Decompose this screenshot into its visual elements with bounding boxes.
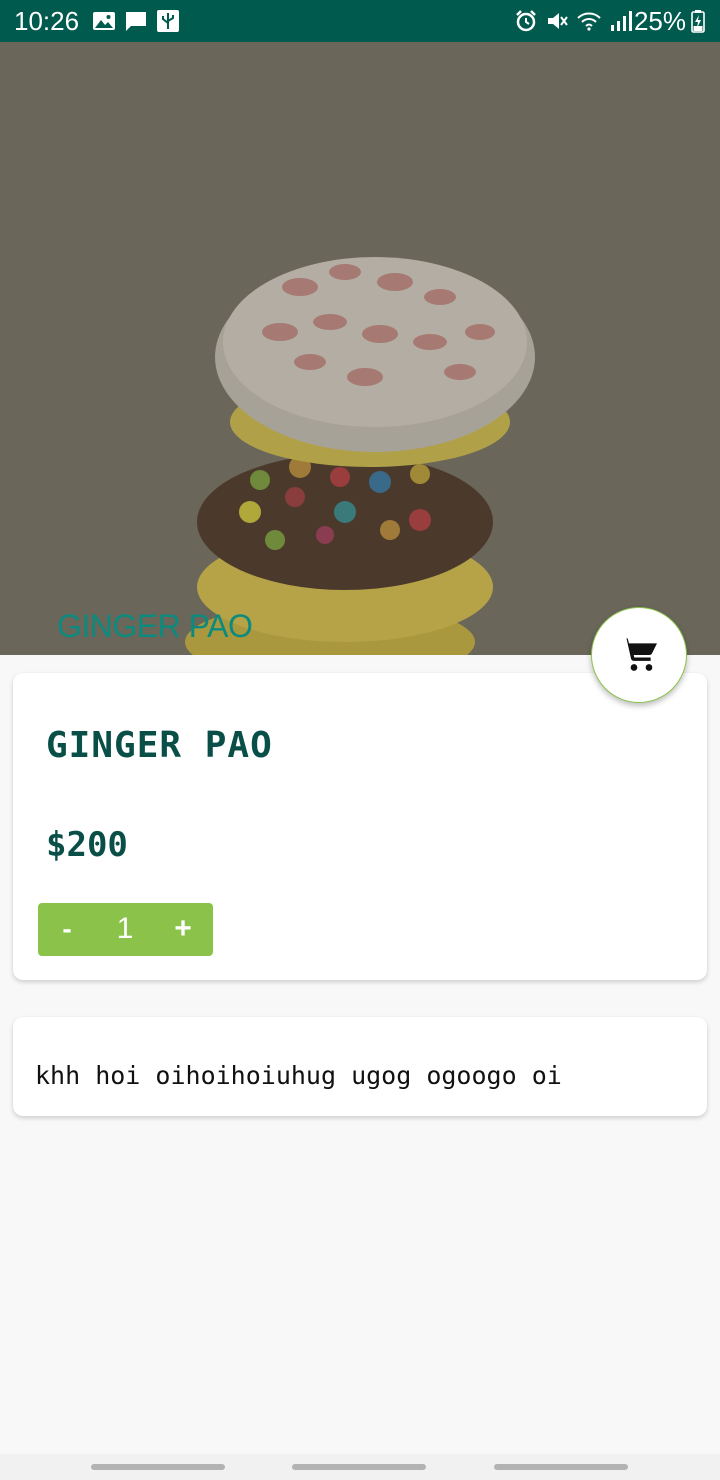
quantity-stepper: - 1 +: [38, 903, 213, 956]
product-card: GINGER PAO $200 - 1 +: [13, 673, 707, 980]
shopping-cart-icon: [620, 638, 657, 671]
message-icon: [126, 12, 146, 31]
quantity-value: 1: [116, 912, 134, 945]
mute-icon: [548, 13, 568, 29]
signal-icon: [611, 11, 632, 31]
image-icon: [93, 12, 115, 30]
usb-icon: [157, 10, 179, 32]
nav-recents-button[interactable]: [91, 1464, 225, 1470]
description-card: khh hoi oihoihoiuhug ugog ogoogo oi: [13, 1017, 707, 1116]
nav-home-button[interactable]: [292, 1464, 426, 1470]
battery-percentage: 25%: [633, 6, 686, 36]
status-bar: 10:26 25%: [0, 0, 720, 42]
nav-back-button[interactable]: [494, 1464, 628, 1470]
status-time: 10:26: [14, 6, 80, 36]
decrease-quantity-button[interactable]: -: [52, 911, 82, 947]
add-to-cart-button[interactable]: [591, 607, 687, 703]
cookie-stack-illustration: [0, 42, 720, 655]
hero-image: GINGER PAO: [0, 42, 720, 655]
wifi-icon: [577, 12, 601, 31]
hero-title: GINGER PAO: [57, 608, 253, 644]
increase-quantity-button[interactable]: +: [168, 911, 198, 947]
product-description: khh hoi oihoihoiuhug ugog ogoogo oi: [35, 1061, 562, 1090]
product-price: $200: [46, 825, 128, 865]
alarm-icon: [516, 10, 536, 32]
product-name: GINGER PAO: [46, 725, 273, 766]
battery-icon: [691, 10, 705, 33]
navigation-bar: [0, 1454, 720, 1480]
